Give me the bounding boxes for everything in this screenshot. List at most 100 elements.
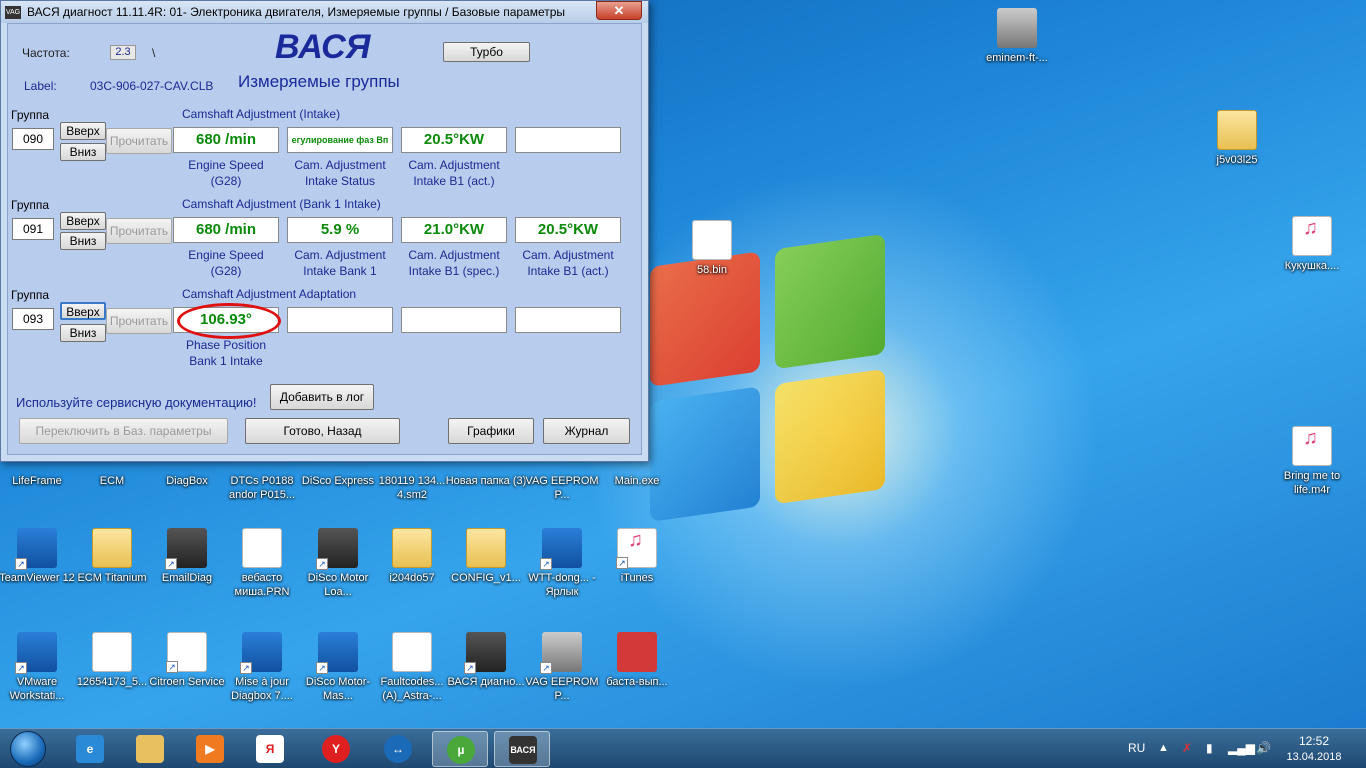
group-down-button[interactable]: Вниз: [60, 324, 106, 342]
group-heading: Camshaft Adjustment Adaptation: [182, 287, 357, 301]
desktop-icon-vag-eeprom[interactable]: VAG EEPROM P...: [520, 474, 604, 502]
desktop-icon-vmware[interactable]: ↗ VMware Workstati...: [0, 632, 79, 703]
desktop-icon-eminem[interactable]: eminem-ft-...: [975, 8, 1059, 65]
done-back-button[interactable]: Готово, Назад: [245, 418, 400, 444]
group-heading: Camshaft Adjustment (Bank 1 Intake): [182, 197, 381, 211]
group-number-input[interactable]: 091: [12, 218, 54, 240]
value-field: 680 /min: [173, 127, 279, 153]
utorrent-icon: µ: [447, 736, 475, 764]
network-error-icon[interactable]: ✗: [1182, 729, 1192, 768]
desktop-icon-58-bin[interactable]: 58.bin: [670, 220, 754, 277]
group-number-input[interactable]: 090: [12, 128, 54, 150]
desktop-icon-emaildiag[interactable]: ↗ EmailDiag: [145, 528, 229, 585]
desktop-icon-ecm[interactable]: ECM: [70, 474, 154, 488]
folder-icon: [92, 528, 132, 568]
taskbar-yandex[interactable]: Y: [308, 731, 364, 767]
m4r-file-icon: [1292, 216, 1332, 256]
desktop-icon-ecm-titanium[interactable]: ECM Titanium: [70, 528, 154, 585]
desktop-icon-wtt-dongle[interactable]: ↗ WTT-dong... - Ярлык: [520, 528, 604, 599]
clock[interactable]: 12:52 13.04.2018: [1284, 729, 1344, 768]
group-down-button[interactable]: Вниз: [60, 143, 106, 161]
file-icon: [692, 220, 732, 260]
graphs-button[interactable]: Графики: [448, 418, 534, 444]
desktop-icon-disco-express[interactable]: DiSco Express: [296, 474, 380, 488]
desktop-icon-j5v03l25[interactable]: j5v03l25: [1195, 110, 1279, 167]
desktop-icon-teamviewer[interactable]: ↗ TeamViewer 12: [0, 528, 79, 585]
desktop-icon-diagbox-update[interactable]: ↗ Mise à jour Diagbox 7....: [220, 632, 304, 703]
group-number-input[interactable]: 093: [12, 308, 54, 330]
desktop-icon-disco-motor-master[interactable]: ↗ DiSco Motor-Mas...: [296, 632, 380, 703]
close-button[interactable]: ✕: [596, 1, 642, 20]
group-up-button[interactable]: Вверх: [60, 302, 106, 320]
desktop-icon-lifeframe[interactable]: LifeFrame: [0, 474, 79, 488]
read-button[interactable]: Прочитать: [106, 308, 172, 334]
taskbar-yandex-browser[interactable]: Я: [242, 731, 298, 767]
taskbar-teamviewer[interactable]: ↔: [370, 731, 426, 767]
taskbar-ie[interactable]: e: [62, 731, 118, 767]
service-hint: Используйте сервисную документацию!: [16, 395, 257, 410]
journal-button[interactable]: Журнал: [543, 418, 630, 444]
tray-chevron-icon[interactable]: ▲: [1158, 729, 1169, 768]
emaildiag-icon: ↗: [165, 528, 207, 570]
desktop-icon-diagbox[interactable]: DiagBox: [145, 474, 229, 488]
start-button[interactable]: [6, 729, 50, 768]
group-up-button[interactable]: Вверх: [60, 122, 106, 140]
group-down-button[interactable]: Вниз: [60, 232, 106, 250]
desktop-icon-kukushka[interactable]: Кукушка....: [1270, 216, 1354, 273]
desktop-icon-bring-me-to-life[interactable]: Bring me to life.m4r: [1270, 426, 1354, 497]
desktop-icon-main-exe[interactable]: Main.exe: [595, 474, 679, 488]
desktop-icon-12654173[interactable]: 12654173_5...: [70, 632, 154, 689]
teamviewer-icon: ↗: [15, 528, 57, 570]
group-label: Группа: [11, 198, 50, 212]
read-button[interactable]: Прочитать: [106, 218, 172, 244]
read-button[interactable]: Прочитать: [106, 128, 172, 154]
add-to-log-button[interactable]: Добавить в лог: [270, 384, 374, 410]
turbo-button[interactable]: Турбо: [443, 42, 530, 62]
taskbar-media-player[interactable]: ▶: [182, 731, 238, 767]
folder-icon: [392, 528, 432, 568]
desktop-icon-new-folder-3[interactable]: Новая папка (3): [444, 474, 528, 488]
file-icon: [392, 632, 432, 672]
value-caption: Phase Position Bank 1 Intake: [185, 338, 267, 368]
window-titlebar[interactable]: VAG ВАСЯ диагност 11.11.4R: 01- Электрон…: [1, 1, 648, 23]
desktop-icon-citroen-service[interactable]: ↗ Citroen Service: [145, 632, 229, 689]
desktop-icon-i204do57[interactable]: i204do57: [370, 528, 454, 585]
folder-icon: [136, 735, 164, 763]
label-label: Label:: [24, 79, 57, 93]
desktop-icon-dtcs[interactable]: DTCs P0188 andor P015...: [220, 474, 304, 502]
taskbar-vasya[interactable]: ВАСЯ: [494, 731, 550, 767]
value-field: 680 /min: [173, 217, 279, 243]
highlight-circle: [177, 303, 281, 339]
folder-icon: [466, 528, 506, 568]
value-field: 5.9 %: [287, 217, 393, 243]
language-indicator[interactable]: RU: [1128, 729, 1145, 768]
value-caption: Cam. Adjustment Intake Bank 1: [294, 248, 386, 278]
diagbox-update-icon: ↗: [240, 632, 282, 674]
value-caption: Cam. Adjustment Intake B1 (act.): [522, 248, 614, 278]
window-client: Частота: 2.3 \ Label: 03C-906-027-CAV.CL…: [7, 23, 642, 455]
taskbar-explorer[interactable]: [122, 731, 178, 767]
desktop-icon-webasto-prn[interactable]: вебасто миша.PRN: [220, 528, 304, 599]
teamviewer-icon: ↔: [384, 735, 412, 763]
taskbar-utorrent[interactable]: µ: [432, 731, 488, 767]
switch-basic-params-button[interactable]: Переключить в Баз. параметры: [19, 418, 228, 444]
brand-title: ВАСЯ: [275, 28, 371, 66]
desktop-icon-itunes[interactable]: ↗ iTunes: [595, 528, 679, 585]
group-up-button[interactable]: Вверх: [60, 212, 106, 230]
desktop-icon-faultcodes[interactable]: Faultcodes... (A)_Astra-...: [370, 632, 454, 703]
desktop-icon-basta-mp3[interactable]: баста-вып...: [595, 632, 679, 689]
volume-icon[interactable]: 🔊: [1256, 729, 1271, 768]
signal-icon[interactable]: ▂▄▆: [1228, 729, 1255, 768]
group-label: Группа: [11, 108, 50, 122]
media-player-icon: ▶: [196, 735, 224, 763]
clock-time: 12:52: [1298, 734, 1330, 748]
window-title: ВАСЯ диагност 11.11.4R: 01- Электроника …: [27, 5, 566, 19]
desktop-icon-config[interactable]: CONFIG_v1...: [444, 528, 528, 585]
battery-icon[interactable]: ▮: [1206, 729, 1213, 768]
value-field: [515, 127, 621, 153]
desktop-icon-sm2-file[interactable]: 180119 134... 4.sm2: [370, 474, 454, 502]
desktop-icon-vag-eeprom-2[interactable]: ↗ VAG EEPROM P...: [520, 632, 604, 703]
desktop-icon-vasya-diagnost[interactable]: ↗ ВАСЯ диагно...: [444, 632, 528, 689]
yandex-icon: Y: [322, 735, 350, 763]
desktop-icon-disco-motor-loader[interactable]: ↗ DiSco Motor Loa...: [296, 528, 380, 599]
